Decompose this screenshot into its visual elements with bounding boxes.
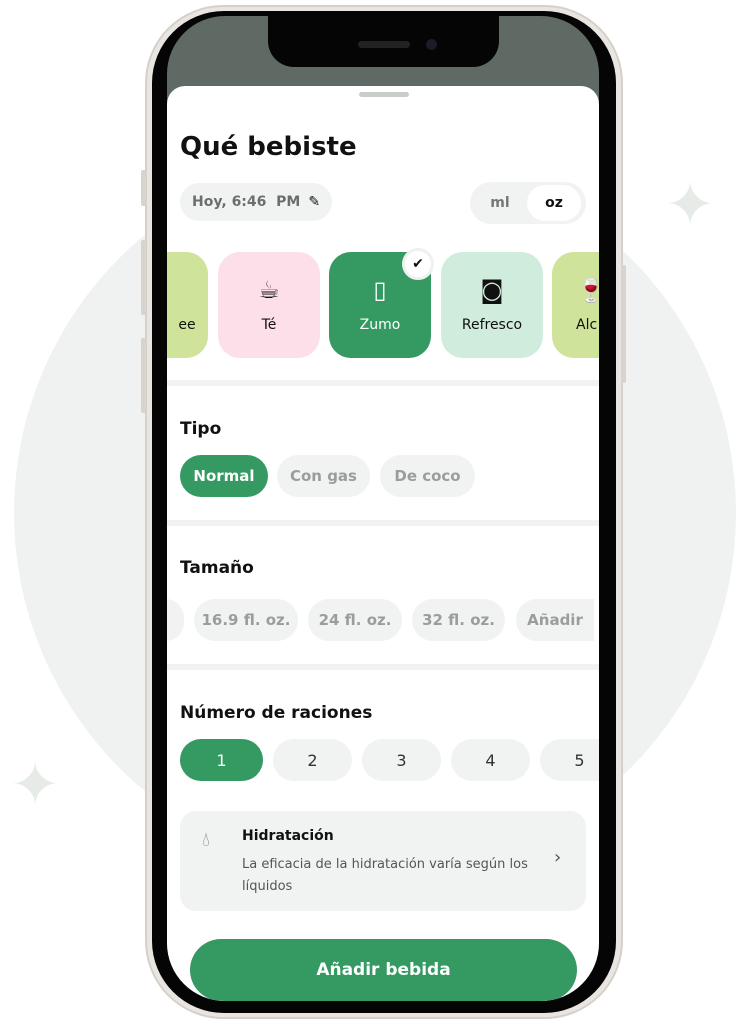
datetime-label: Hoy, 6:46 PM [192,194,301,210]
phone-button [621,265,626,383]
sheet-handle[interactable] [359,92,409,97]
tipo-option[interactable]: Normal [180,455,268,497]
tea-cup-icon: ☕ [258,276,280,304]
wine-glass-icon: 🍷 [576,276,599,304]
speaker [358,41,410,48]
hydration-info-card[interactable]: 💧︎ Hidratación La eficacia de la hidrata… [180,811,586,911]
divider [167,664,599,670]
notch [268,11,499,67]
drink-card-coffee[interactable]: ee [167,252,208,358]
drink-card-soda[interactable]: ◙ Refresco [441,252,543,358]
soda-can-icon: ◙ [480,276,504,304]
unit-oz[interactable]: oz [527,185,581,221]
unit-ml[interactable]: ml [473,185,527,221]
size-option[interactable] [167,599,184,641]
datetime-button[interactable]: Hoy, 6:46 PM ✎ [180,183,333,221]
add-drink-button[interactable]: Añadir bebida [190,939,577,1001]
section-title-tipo: Tipo [180,419,222,439]
unit-toggle[interactable]: ml oz [470,182,586,224]
pencil-icon: ✎ [308,194,321,210]
servings-option[interactable]: 4 [451,739,530,781]
screen: Qué bebiste Hoy, 6:46 PM ✎ ml oz ee ☕ Té ▯… [167,16,599,1001]
servings-option[interactable]: 1 [180,739,263,781]
drink-card-tea[interactable]: ☕ Té [218,252,320,358]
camera [426,39,437,50]
size-option[interactable]: 32 fl. oz. [412,599,505,641]
bottom-sheet: Qué bebiste Hoy, 6:46 PM ✎ ml oz ee ☕ Té ▯… [167,86,599,1001]
chevron-right-icon: › [554,847,562,868]
servings-option[interactable]: 3 [362,739,441,781]
juice-carton-icon: ▯ [373,276,387,304]
divider [167,520,599,526]
size-option[interactable]: 16.9 fl. oz. [194,599,298,641]
hydration-title: Hidratación [242,828,334,844]
hydration-text: La eficacia de la hidratación varía segú… [242,857,528,894]
water-drop-icon: 💧︎ [202,827,210,851]
sparkle-icon: ✦ [10,750,61,820]
phone-button [141,170,146,206]
section-title-raciones: Número de raciones [180,703,373,723]
phone-button [141,240,146,315]
section-title-tamano: Tamaño [180,558,254,578]
phone-button [141,338,146,413]
check-icon: ✔ [402,248,434,280]
tipo-option[interactable]: Con gas [277,455,370,497]
divider [167,380,599,386]
add-size-button[interactable]: Añadir [516,599,594,641]
servings-option[interactable]: 5 [540,739,599,781]
drink-card-alcohol[interactable]: 🍷 Alc [552,252,599,358]
tipo-option[interactable]: De coco [380,455,475,497]
servings-option[interactable]: 2 [273,739,352,781]
sparkle-icon: ✦ [665,170,716,240]
page-title: Qué bebiste [180,132,357,162]
size-option[interactable]: 24 fl. oz. [308,599,402,641]
